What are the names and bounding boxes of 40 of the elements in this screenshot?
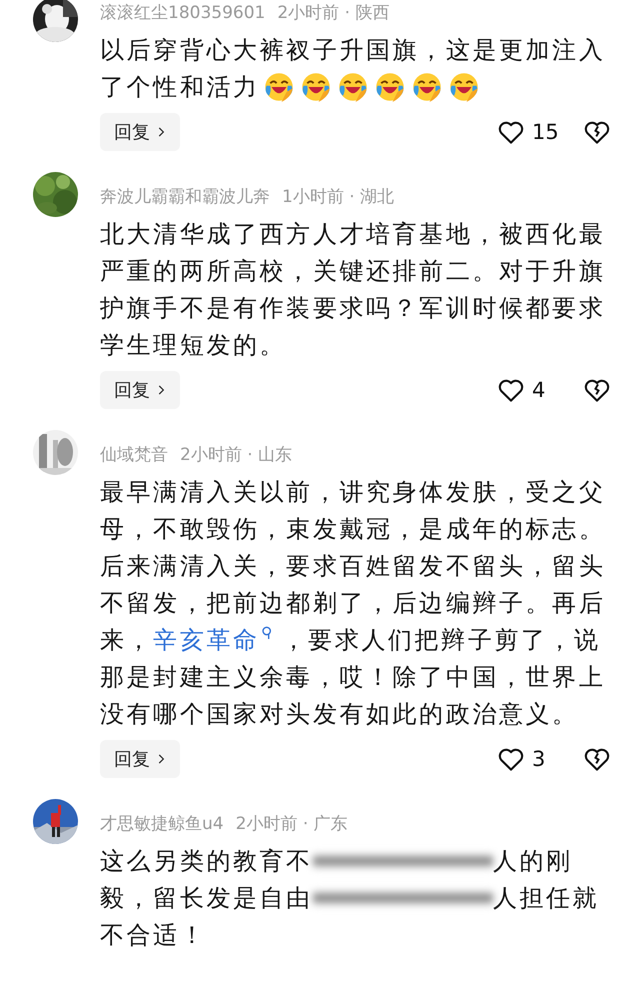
laughing-face-icon — [338, 72, 368, 102]
reply-button[interactable]: 回复 — [100, 113, 180, 151]
comment-text: 以后穿背心大裤衩子升国旗，这是更加注入 — [100, 34, 606, 66]
comment-text: 这么另类的教育不 — [100, 846, 313, 876]
timestamp: 2小时前 · 山东 — [180, 444, 292, 466]
comment-text: 了个性和活力 — [100, 72, 260, 102]
reply-button[interactable]: 回复 — [100, 740, 180, 778]
reply-button[interactable]: 回复 — [100, 371, 180, 409]
comment-text: 人担任就 — [492, 882, 600, 914]
comment-text: 毅，留长发是自由 — [100, 882, 313, 914]
comment-text: 不合适！ — [100, 920, 206, 950]
comment-text: 严重的两所高校，关键还排前二。对于升旗 — [100, 256, 606, 286]
comment-text: 最早满清入关以前，讲究身体发肤，受之父 — [100, 476, 606, 508]
laughing-face-icon — [374, 72, 405, 102]
comment-text: 来， — [100, 624, 154, 656]
search-link[interactable]: 辛亥革命 — [153, 624, 260, 656]
comment-text: 那是封建主义余毒，哎！除了中国，世界上 — [100, 662, 606, 692]
like-count: 15 — [532, 120, 560, 144]
comment-text: 北大清华成了西方人才培育基地，被西化最 — [100, 218, 606, 250]
laughing-face-icon — [300, 72, 331, 102]
timestamp: 1小时前 · 湖北 — [282, 186, 394, 208]
comment-text: 不留发，把前边都剃了，后边编辫子。再后 — [100, 588, 606, 618]
like-count: 4 — [532, 378, 546, 402]
comment-text: 护旗手不是有作装要求吗？军训时候都要求 — [100, 292, 606, 324]
like-count: 3 — [532, 747, 546, 771]
username[interactable]: 仙域梵音 — [100, 442, 168, 466]
comment-text: 母，不敢毁伤，束发戴冠，是成年的标志。 — [100, 514, 606, 544]
comment-text: 学生理短发的。 — [100, 330, 286, 360]
timestamp: 2小时前 · 陕西 — [277, 2, 390, 24]
timestamp: 2小时前 · 广东 — [236, 812, 348, 834]
username[interactable]: 滚滚红尘180359601 — [100, 0, 266, 24]
laughing-face-icon — [412, 72, 442, 102]
comment-text: 没有哪个国家对头发有如此的政治意义。 — [100, 698, 579, 730]
comment-text: ，要求人们把辫子剪了，说 — [282, 624, 601, 656]
username[interactable]: 才思敏捷鲸鱼u4 — [100, 812, 224, 834]
laughing-face-icon — [264, 72, 294, 102]
comment-text: 后来满清入关，要求百姓留发不留头，留头 — [100, 550, 606, 582]
comment-text: 人的刚 — [492, 846, 573, 876]
username[interactable]: 奔波儿霸霸和霸波儿奔 — [100, 184, 270, 208]
laughing-face-icon — [448, 72, 479, 102]
